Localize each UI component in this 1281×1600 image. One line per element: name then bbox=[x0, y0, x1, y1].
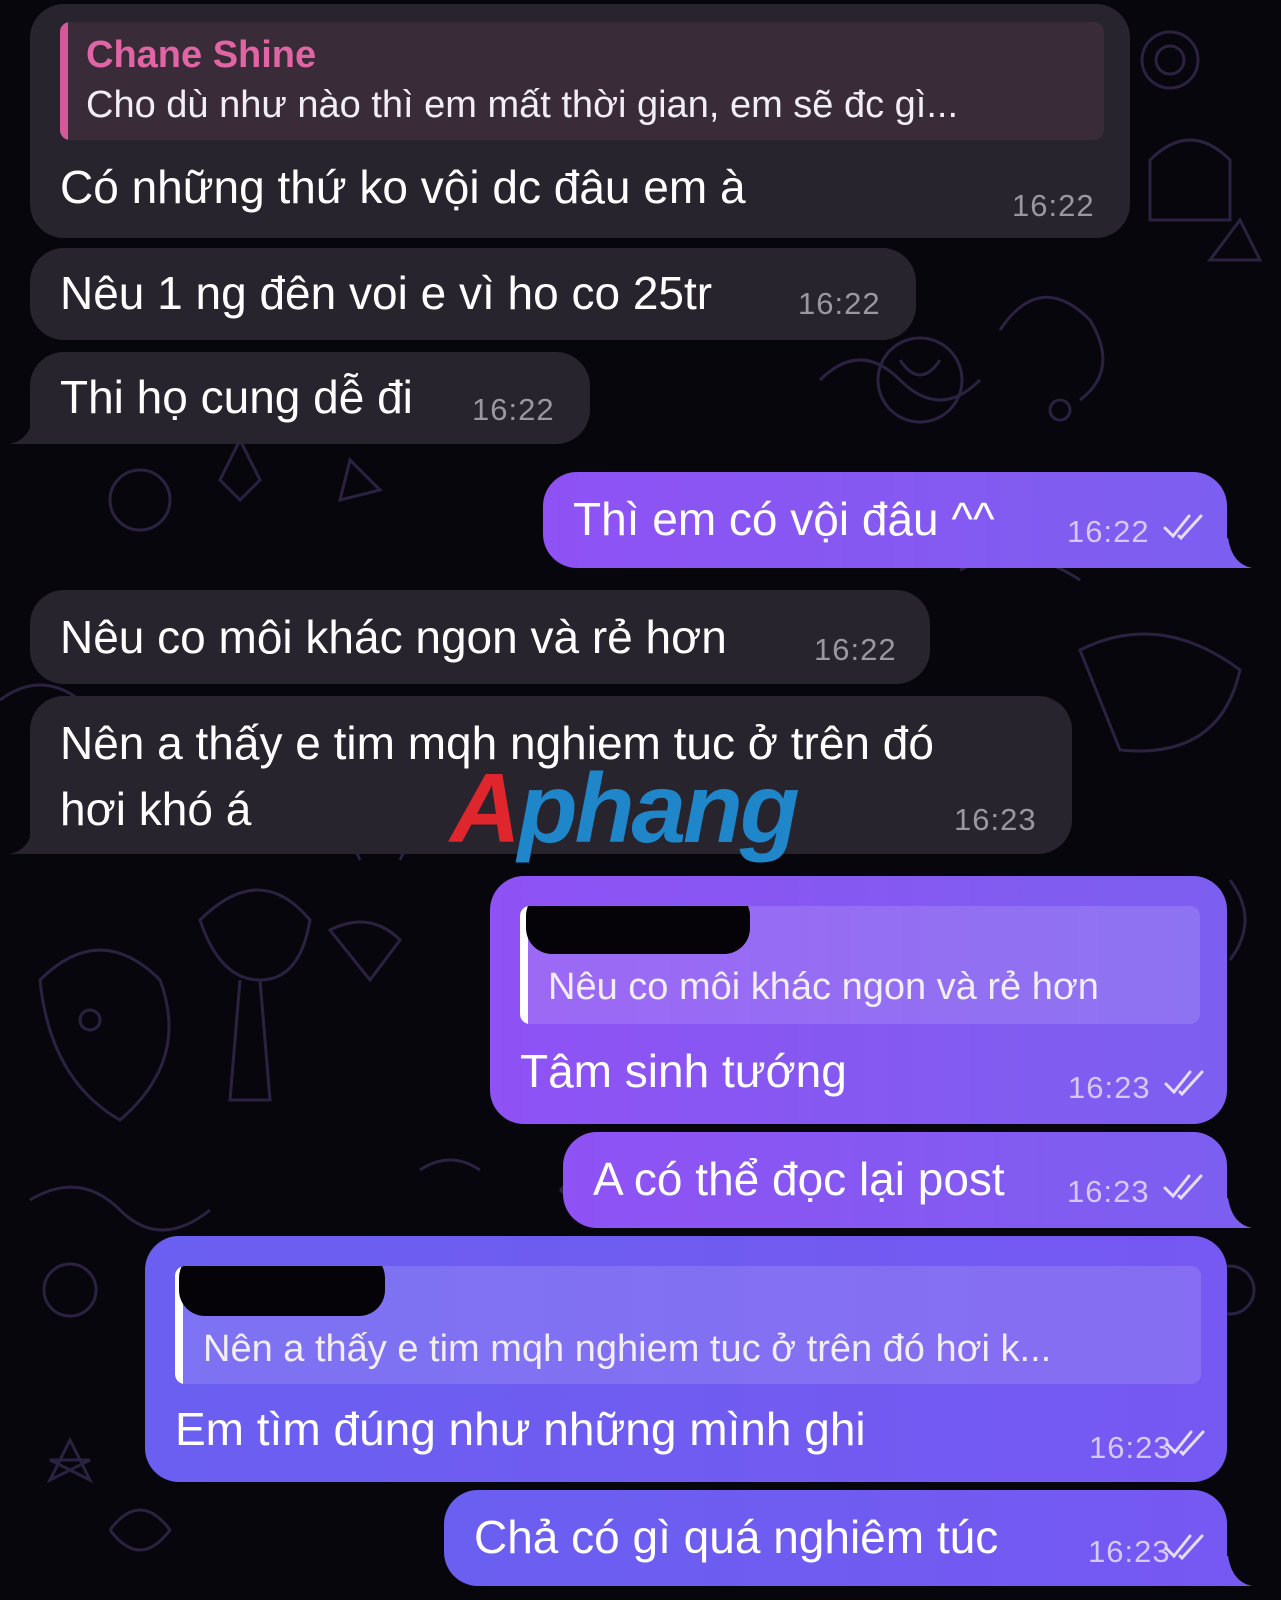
reply-quote[interactable]: Nêu co môi khác ngon và rẻ hơn bbox=[520, 906, 1200, 1024]
message-bubble-incoming[interactable]: Nêu co môi khác ngon và rẻ hơn 16:22 bbox=[30, 590, 930, 684]
bubble-tail bbox=[10, 824, 40, 854]
message-bubble-outgoing[interactable]: Chả có gì quá nghiêm túc 16:23 bbox=[444, 1490, 1227, 1586]
message-text: Có những thứ ko vội dc đâu em à bbox=[60, 161, 746, 213]
reply-text: Nên a thấy e tim mqh nghiem tuc ở trên đ… bbox=[203, 1328, 1052, 1370]
message-time: 16:23 bbox=[1067, 1174, 1150, 1209]
bubble-tail bbox=[1222, 1556, 1252, 1586]
message-text: Chả có gì quá nghiêm túc bbox=[474, 1511, 999, 1563]
reply-quote[interactable]: Nên a thấy e tim mqh nghiem tuc ở trên đ… bbox=[175, 1266, 1201, 1384]
bubble-tail bbox=[1222, 538, 1252, 568]
message-time: 16:22 bbox=[798, 286, 881, 321]
message-text: Thì em có vội đâu ^^ bbox=[573, 493, 995, 545]
watermark-logo: Aphang bbox=[450, 753, 800, 863]
message-bubble-outgoing[interactable]: Thì em có vội đâu ^^ 16:22 bbox=[543, 472, 1227, 568]
message-text: Em tìm đúng như những mình ghi bbox=[175, 1403, 866, 1455]
reply-author: Chane Shine bbox=[86, 34, 317, 76]
message-bubble-incoming[interactable]: Chane Shine Cho dù như nào thì em mất th… bbox=[30, 4, 1130, 238]
message-time: 16:23 bbox=[954, 802, 1037, 837]
double-check-icon bbox=[1163, 1174, 1203, 1200]
message-bubble-outgoing[interactable]: A có thể đọc lại post 16:23 bbox=[563, 1132, 1227, 1228]
message-time: 16:22 bbox=[814, 632, 897, 667]
reply-quote-bar bbox=[60, 22, 68, 140]
redacted-author-name bbox=[526, 906, 750, 954]
double-check-icon bbox=[1165, 1430, 1205, 1456]
double-check-icon bbox=[1164, 1070, 1204, 1096]
message-time: 16:23 bbox=[1068, 1070, 1151, 1105]
message-bubble-outgoing[interactable]: Nên a thấy e tim mqh nghiem tuc ở trên đ… bbox=[145, 1236, 1227, 1482]
message-bubble-outgoing[interactable]: Nêu co môi khác ngon và rẻ hơn Tâm sinh … bbox=[490, 876, 1227, 1124]
message-text: Nêu 1 ng đên voi e vì ho co 25tr bbox=[60, 267, 713, 319]
message-text: A có thể đọc lại post bbox=[593, 1153, 1005, 1205]
bubble-tail bbox=[1222, 1198, 1252, 1228]
reply-text: Cho dù như nào thì em mất thời gian, em … bbox=[86, 84, 959, 126]
message-bubble-incoming[interactable]: Thi họ cung dễ đi 16:22 bbox=[30, 352, 590, 444]
message-time: 16:22 bbox=[1067, 514, 1150, 549]
message-time: 16:23 bbox=[1088, 1534, 1171, 1569]
reply-text: Nêu co môi khác ngon và rẻ hơn bbox=[548, 966, 1099, 1008]
message-text: Tâm sinh tướng bbox=[520, 1045, 847, 1097]
double-check-icon bbox=[1163, 514, 1203, 540]
double-check-icon bbox=[1164, 1534, 1204, 1560]
reply-quote[interactable]: Chane Shine Cho dù như nào thì em mất th… bbox=[60, 22, 1104, 140]
message-time: 16:23 bbox=[1089, 1430, 1172, 1465]
bubble-tail bbox=[10, 414, 40, 444]
message-text: Nêu co môi khác ngon và rẻ hơn bbox=[60, 611, 727, 663]
message-time: 16:22 bbox=[1012, 188, 1095, 223]
message-bubble-incoming[interactable]: Nêu 1 ng đên voi e vì ho co 25tr 16:22 bbox=[30, 248, 916, 340]
message-text-line-2: hơi khó á bbox=[60, 783, 252, 835]
message-text: Thi họ cung dễ đi bbox=[60, 371, 413, 423]
message-time: 16:22 bbox=[472, 392, 555, 427]
redacted-author-name bbox=[179, 1266, 385, 1316]
